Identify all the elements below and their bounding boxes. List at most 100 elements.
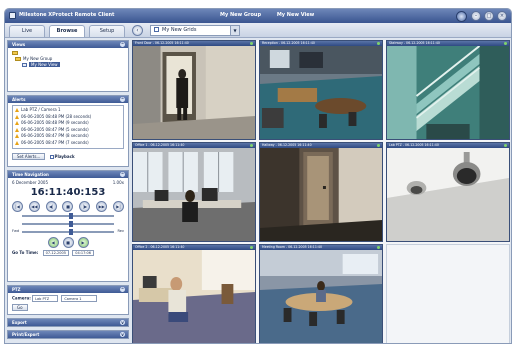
camera-title-bar: Hallway - 06-12-2005 16:11:40 bbox=[260, 143, 382, 148]
title-bar: Milestone XProtect Remote Client My New … bbox=[5, 9, 511, 23]
views-panel-title: Views bbox=[12, 42, 26, 47]
tree-view[interactable]: My New View bbox=[12, 62, 124, 68]
tab-browse[interactable]: Browse bbox=[49, 25, 85, 37]
view-icon bbox=[22, 63, 27, 67]
collapse-icon[interactable]: ^ bbox=[120, 172, 125, 177]
camera-feed bbox=[260, 148, 382, 241]
empty-camera-slot[interactable] bbox=[386, 244, 510, 343]
camera-title-bar: Office 1 - 06-12-2005 16:11:40 bbox=[133, 143, 255, 148]
skip-start-icon[interactable]: |◀ bbox=[12, 201, 23, 212]
alerts-panel: Alerts ^ Lab PTZ / Camera 1 06-06-2005 0… bbox=[7, 95, 129, 167]
close-button[interactable]: × bbox=[497, 11, 507, 21]
minimize-button[interactable]: – bbox=[471, 11, 481, 21]
expand-icon[interactable]: v bbox=[120, 332, 125, 337]
ptz-panel-header[interactable]: PTZ ^ bbox=[8, 286, 128, 293]
views-panel-header[interactable]: Views ^ bbox=[8, 41, 128, 48]
time-navigation-panel: Time Navigation ^ 6 December 2005 1.00x … bbox=[7, 170, 129, 282]
alert-list[interactable]: Lab PTZ / Camera 1 06-06-2005 08:48 PM (… bbox=[12, 105, 124, 149]
ptz-camera-sub-select[interactable]: Camera 1 bbox=[61, 295, 98, 302]
playback-checkbox[interactable] bbox=[49, 155, 54, 159]
speed-slider[interactable]: Fwd Rev bbox=[12, 228, 124, 236]
camera-tile-reception[interactable]: Reception - 06-12-2005 16:11:40 bbox=[259, 40, 383, 140]
print-panel-header[interactable]: Print/Export v bbox=[8, 331, 128, 338]
collapse-icon[interactable]: ^ bbox=[120, 42, 125, 47]
status-dot-icon bbox=[504, 144, 507, 147]
views-panel: Views ^ My New Group My New View bbox=[7, 40, 129, 92]
next-sequence-icon[interactable]: ▶▶ bbox=[96, 201, 108, 212]
status-dot-icon bbox=[250, 144, 253, 147]
alerts-panel-header[interactable]: Alerts ^ bbox=[8, 96, 128, 103]
status-dot-icon bbox=[504, 42, 507, 45]
step-back-icon[interactable]: ◀| bbox=[45, 201, 57, 212]
title-group-view: My New Group My New View bbox=[220, 12, 328, 18]
chevron-down-icon[interactable]: ▼ bbox=[230, 26, 239, 35]
maximize-button[interactable]: □ bbox=[484, 11, 494, 21]
collapse-icon[interactable]: ^ bbox=[120, 287, 125, 292]
list-item[interactable]: Lab PTZ / Camera 1 bbox=[15, 107, 121, 114]
export-panel-header[interactable]: Export v bbox=[8, 319, 128, 326]
go-to-date-input[interactable]: 07-12-2005 bbox=[42, 250, 69, 256]
camera-feed bbox=[260, 46, 382, 139]
title-view: My New View bbox=[276, 12, 315, 18]
time-panel-title: Time Navigation bbox=[12, 172, 49, 177]
time-panel-header[interactable]: Time Navigation ^ bbox=[8, 171, 128, 178]
warning-icon bbox=[15, 134, 19, 139]
export-panel: Export v bbox=[7, 318, 129, 327]
back-arrow-icon[interactable]: ‹ bbox=[132, 25, 143, 36]
previous-sequence-icon[interactable]: ◀◀ bbox=[28, 201, 40, 212]
window-title: Milestone XProtect Remote Client bbox=[19, 12, 115, 18]
camera-tile-front-door[interactable]: Front Door - 06-12-2005 16:11:40 bbox=[132, 40, 256, 140]
skip-end-icon[interactable]: ▶| bbox=[112, 201, 124, 212]
play-forward-icon[interactable]: ▶ bbox=[77, 237, 89, 248]
playback-speed: 1.00x bbox=[112, 180, 124, 185]
range-slider[interactable] bbox=[12, 220, 124, 228]
stop-icon[interactable]: ■ bbox=[62, 201, 74, 212]
status-dot-icon bbox=[377, 144, 380, 147]
app-icon bbox=[9, 12, 16, 19]
view-selector[interactable]: My New Grids ▼ bbox=[150, 25, 240, 36]
camera-tile-office-1[interactable]: Office 1 - 06-12-2005 16:11:40 bbox=[132, 142, 256, 242]
warning-icon bbox=[15, 140, 19, 145]
camera-tile-office-2[interactable]: Office 2 - 06-12-2005 16:11:40 bbox=[132, 244, 256, 343]
camera-title-bar: Stairway - 06-12-2005 16:11:40 bbox=[387, 41, 509, 46]
warning-icon bbox=[15, 121, 19, 126]
time-slider[interactable] bbox=[12, 212, 124, 220]
expand-icon[interactable]: v bbox=[120, 320, 125, 325]
view-selector-label: My New Grids bbox=[162, 27, 197, 33]
print-panel-title: Print/Export bbox=[12, 332, 40, 337]
list-item[interactable]: 06-06-2005 08:47 PM (8 seconds) bbox=[15, 133, 121, 140]
tab-setup[interactable]: Setup bbox=[89, 25, 125, 37]
brand-logo-icon bbox=[456, 11, 467, 22]
current-date: 6 December 2005 bbox=[12, 180, 49, 185]
camera-title-bar: Lab PTZ - 06-12-2005 16:11:40 bbox=[387, 143, 509, 148]
speed-slider-left-label: Fwd bbox=[12, 229, 20, 233]
ptz-go-button[interactable]: Go bbox=[12, 304, 28, 311]
set-alerts-button[interactable]: Set Alerts... bbox=[12, 153, 46, 160]
app-window: Milestone XProtect Remote Client My New … bbox=[4, 8, 512, 344]
playback-controls: |◀ ◀◀ ◀| ■ |▶ ▶▶ ▶| bbox=[8, 200, 128, 212]
list-item[interactable]: 06-06-2005 08:47 PM (7 seconds) bbox=[15, 140, 121, 147]
ptz-camera-row: Camera: Lab PTZ Camera 1 bbox=[8, 293, 128, 304]
ptz-camera-select[interactable]: Lab PTZ bbox=[32, 295, 59, 302]
time-slider-thumb[interactable] bbox=[69, 213, 73, 219]
pause-icon[interactable]: ■ bbox=[62, 237, 74, 248]
step-forward-icon[interactable]: |▶ bbox=[79, 201, 91, 212]
go-to-time-input[interactable]: 04:17:06 bbox=[72, 250, 94, 256]
camera-feed bbox=[133, 46, 255, 139]
list-item[interactable]: 06-06-2005 08:48 PM (9 seconds) bbox=[15, 120, 121, 127]
play-controls: ◀ ■ ▶ bbox=[8, 236, 128, 248]
camera-tile-lab-ptz[interactable]: Lab PTZ - 06-12-2005 16:11:40 bbox=[386, 142, 510, 242]
camera-feed bbox=[133, 250, 255, 343]
tree-group-label: My New Group bbox=[23, 56, 53, 61]
tab-live[interactable]: Live bbox=[9, 25, 45, 37]
list-item[interactable]: 06-06-2005 08:47 PM (5 seconds) bbox=[15, 127, 121, 134]
go-to-time-label: Go To Time: bbox=[12, 250, 39, 255]
speed-slider-thumb[interactable] bbox=[69, 229, 73, 235]
camera-tile-stairway[interactable]: Stairway - 06-12-2005 16:11:40 bbox=[386, 40, 510, 140]
range-slider-thumb[interactable] bbox=[69, 221, 73, 227]
camera-tile-meeting-room[interactable]: Meeting Room - 06-12-2005 16:11:40 bbox=[259, 244, 383, 343]
list-item[interactable]: 06-06-2005 08:48 PM (28 seconds) bbox=[15, 114, 121, 121]
collapse-icon[interactable]: ^ bbox=[120, 97, 125, 102]
camera-tile-hallway[interactable]: Hallway - 06-12-2005 16:11:40 bbox=[259, 142, 383, 242]
play-reverse-icon[interactable]: ◀ bbox=[47, 237, 59, 248]
